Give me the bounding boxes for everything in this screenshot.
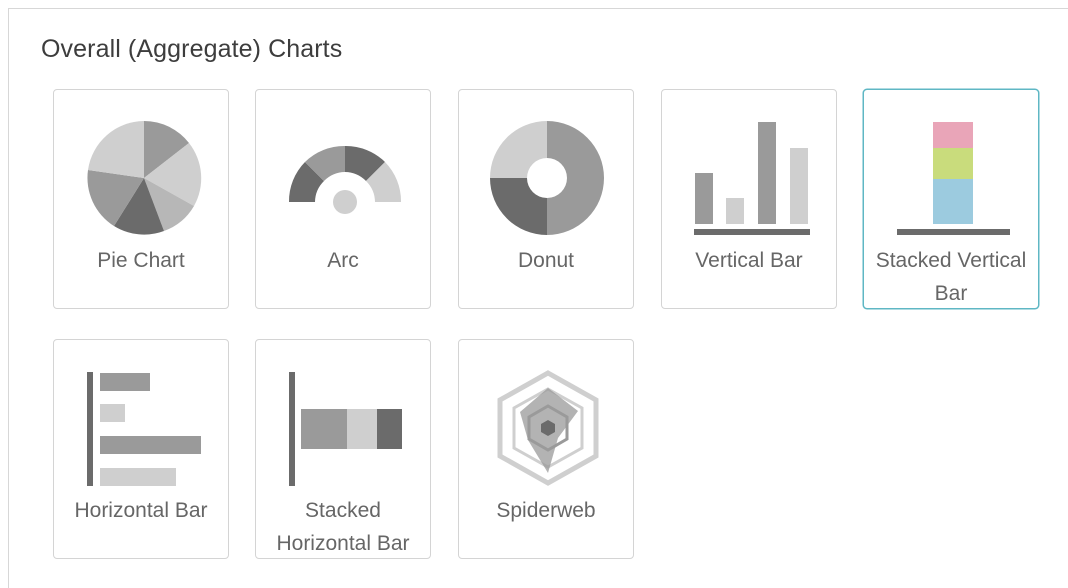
stacked-vertical-bar-chart-icon	[897, 122, 1010, 235]
chart-option-stacked-vertical-bar[interactable]: Stacked Vertical Bar	[863, 89, 1039, 309]
arc-chart-icon	[288, 145, 402, 214]
donut-chart-icon	[490, 121, 604, 235]
vertical-bar-chart-icon	[694, 122, 810, 235]
chart-option-stacked-horizontal-bar[interactable]: Stacked Horizontal Bar	[255, 339, 431, 559]
section-title: Overall (Aggregate) Charts	[41, 35, 343, 63]
pie-chart-icon	[87, 121, 202, 235]
chart-option-label: Stacked Horizontal Bar	[276, 499, 410, 555]
chart-option-vertical-bar[interactable]: Vertical Bar	[661, 89, 837, 309]
chart-option-label: Spiderweb	[496, 499, 596, 522]
chart-option-label: Arc	[327, 249, 359, 272]
chart-option-donut[interactable]: Donut	[458, 89, 634, 309]
stacked-horizontal-bar-chart-icon	[289, 372, 402, 486]
horizontal-bar-chart-icon	[87, 372, 201, 486]
chart-option-arc[interactable]: Arc	[255, 89, 431, 309]
chart-option-spiderweb[interactable]: Spiderweb	[458, 339, 634, 559]
chart-option-label: Donut	[517, 249, 575, 272]
chart-option-label: Stacked Vertical Bar	[875, 249, 1027, 305]
chart-option-pie-chart[interactable]: Pie Chart	[53, 89, 229, 309]
chart-option-label: Vertical Bar	[695, 249, 803, 272]
chart-option-horizontal-bar[interactable]: Horizontal Bar	[53, 339, 229, 559]
chart-option-label: Horizontal Bar	[74, 499, 208, 522]
chart-option-label: Pie Chart	[97, 249, 185, 272]
spiderweb-chart-icon	[497, 370, 599, 486]
